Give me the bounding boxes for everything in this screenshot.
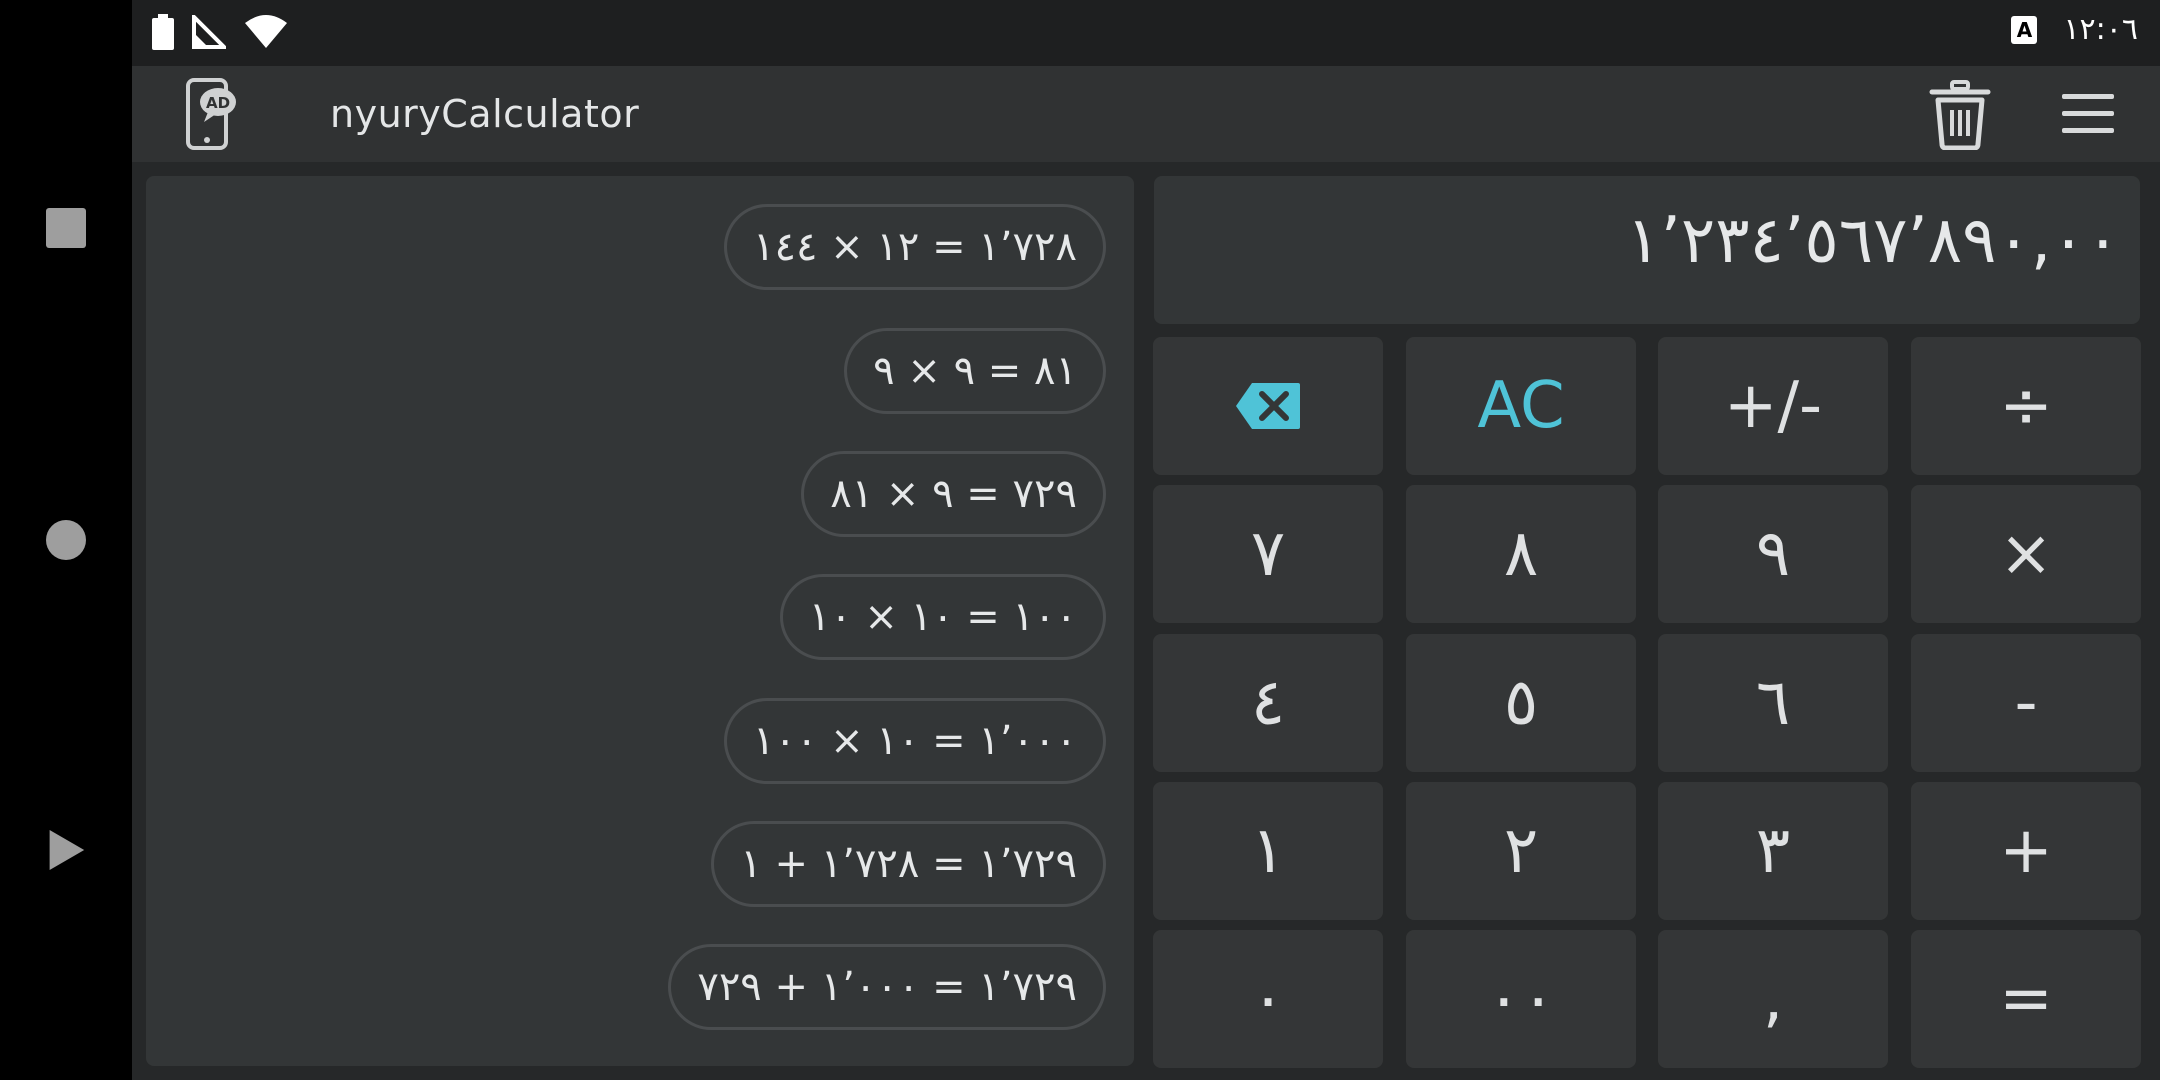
history-item[interactable]: ١٬٧٢٩ = ١٬٠٠٠ + ٧٢٩ <box>668 944 1106 1030</box>
history-item[interactable]: ٨١ = ٩ × ٩ <box>844 328 1106 414</box>
digit-9-button[interactable]: ٩ <box>1658 485 1888 623</box>
trash-icon[interactable] <box>1924 78 1996 150</box>
history-item[interactable]: ١٠٠ = ١٠ × ١٠ <box>779 574 1106 660</box>
nav-circle-icon <box>46 520 86 560</box>
history-item[interactable]: ٧٢٩ = ٩ × ٨١ <box>801 451 1106 537</box>
digit-6-button[interactable]: ٦ <box>1658 634 1888 772</box>
history-item[interactable]: ١٬٧٢٩ = ١٬٧٢٨ + ١ <box>711 821 1106 907</box>
display-value: ١٬٢٣٤٬٥٦٧٬٨٩٠,٠٠ <box>1626 204 2120 278</box>
plus-minus-button[interactable]: +/- <box>1658 337 1888 475</box>
recents-button[interactable] <box>46 208 86 248</box>
digit-4-button[interactable]: ٤ <box>1153 634 1383 772</box>
decimal-button[interactable]: , <box>1658 930 1888 1068</box>
digit-5-button[interactable]: ٥ <box>1406 634 1636 772</box>
backspace-button[interactable] <box>1153 337 1383 475</box>
menu-icon[interactable] <box>2062 92 2114 136</box>
ad-phone-icon[interactable]: AD <box>182 78 242 150</box>
battery-icon <box>152 14 174 50</box>
signal-icon <box>192 15 226 49</box>
app-bar: AD nyuryCalculator <box>132 66 2160 162</box>
multiply-button[interactable]: × <box>1911 485 2141 623</box>
digit-8-button[interactable]: ٨ <box>1406 485 1636 623</box>
equals-button[interactable]: = <box>1911 930 2141 1068</box>
digit-7-button[interactable]: ٧ <box>1153 485 1383 623</box>
backspace-icon <box>1236 383 1300 429</box>
clear-button[interactable]: AC <box>1406 337 1636 475</box>
double-zero-button[interactable]: ٠٠ <box>1406 930 1636 1068</box>
navigation-bar <box>0 0 132 1080</box>
digit-2-button[interactable]: ٢ <box>1406 782 1636 920</box>
plus-button[interactable]: + <box>1911 782 2141 920</box>
digit-0-button[interactable]: ٠ <box>1153 930 1383 1068</box>
status-bar: A ١٢:٠٦ <box>132 0 2160 66</box>
app-title: nyuryCalculator <box>330 92 640 136</box>
back-button[interactable] <box>46 830 86 870</box>
history-panel: ١٬٧٢٨ = ١٢ × ١٤٤ ٨١ = ٩ × ٩ ٧٢٩ = ٩ × ٨١… <box>146 176 1134 1066</box>
minus-button[interactable]: - <box>1911 634 2141 772</box>
digit-1-button[interactable]: ١ <box>1153 782 1383 920</box>
divide-button[interactable]: ÷ <box>1911 337 2141 475</box>
nav-back-icon <box>49 830 85 870</box>
clock: ١٢:٠٦ <box>2063 12 2138 47</box>
result-display: ١٬٢٣٤٬٥٦٧٬٨٩٠,٠٠ <box>1154 176 2140 324</box>
wifi-icon <box>245 15 287 48</box>
home-button[interactable] <box>46 520 86 560</box>
history-item[interactable]: ١٬٧٢٨ = ١٢ × ١٤٤ <box>724 204 1106 290</box>
history-item[interactable]: ١٬٠٠٠ = ١٠ × ١٠٠ <box>724 698 1106 784</box>
keyboard-icon: A <box>2011 15 2038 44</box>
ad-badge-text: AD <box>206 94 230 112</box>
digit-3-button[interactable]: ٣ <box>1658 782 1888 920</box>
nav-square-icon <box>46 208 86 248</box>
